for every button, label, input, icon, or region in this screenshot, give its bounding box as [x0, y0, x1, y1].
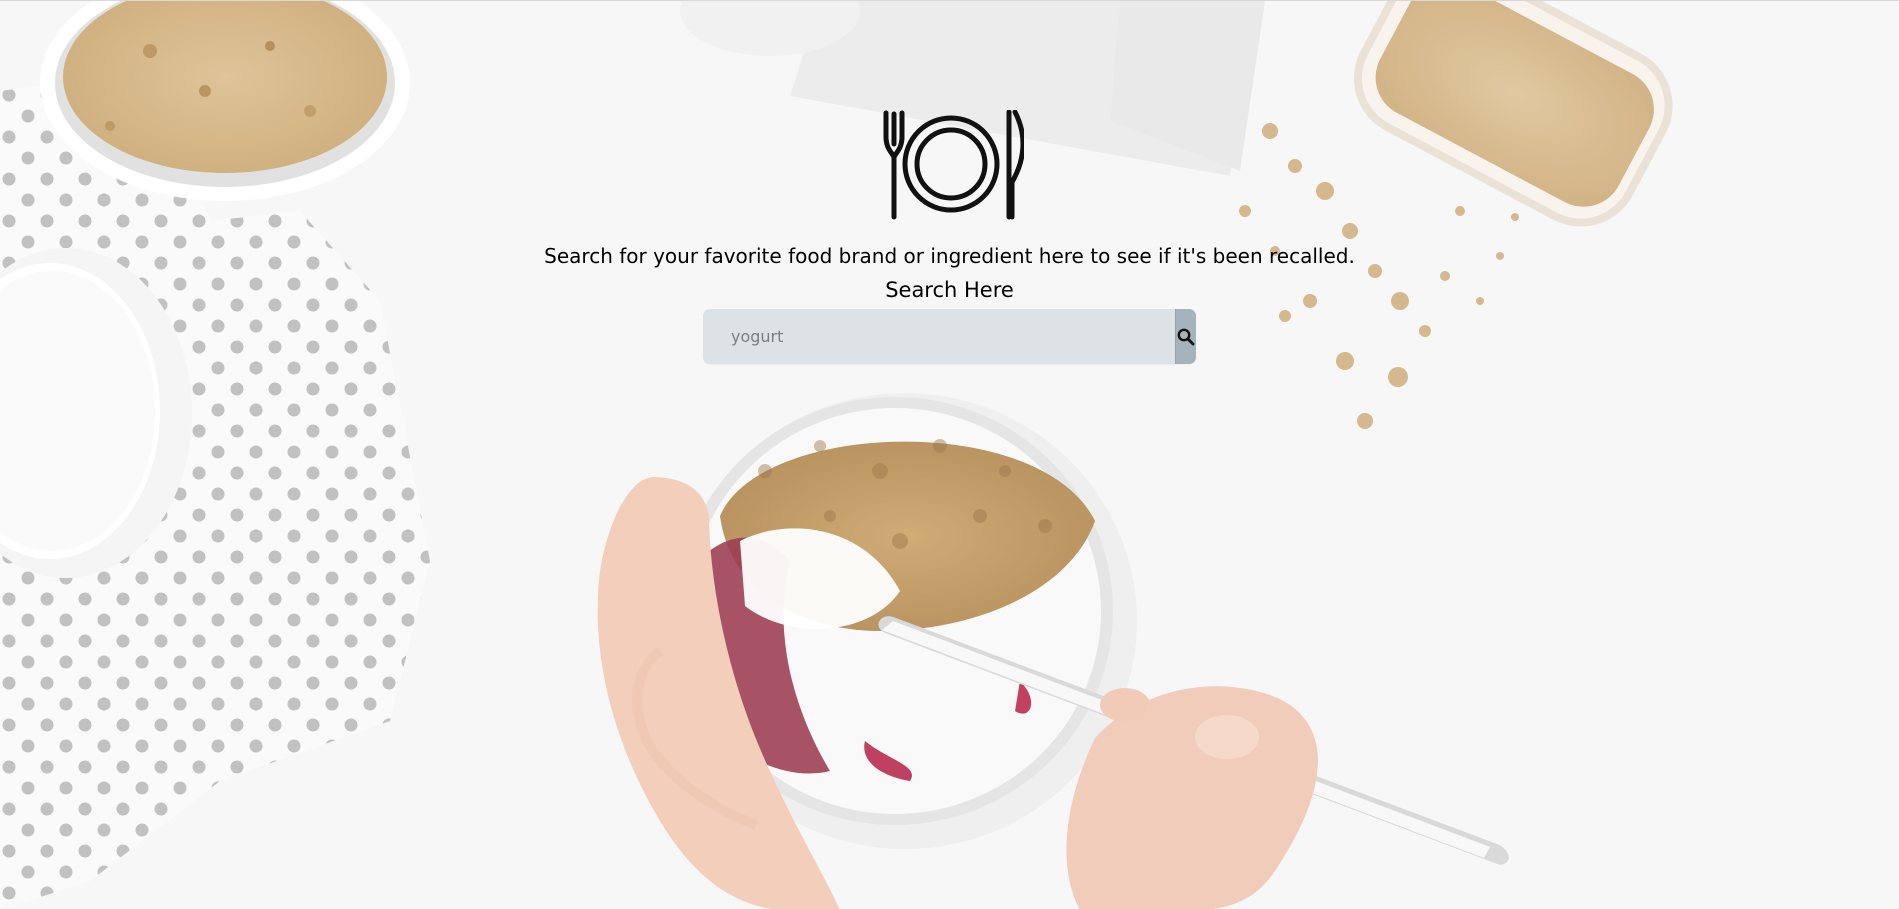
- search-input[interactable]: [703, 309, 1176, 364]
- hero-tagline: Search for your favorite food brand or i…: [544, 244, 1355, 268]
- landing-page: Search for your favorite food brand or i…: [0, 0, 1899, 909]
- fork-plate-knife-icon: [883, 110, 1024, 220]
- search-icon: [1177, 328, 1195, 346]
- search-label: Search Here: [885, 278, 1014, 302]
- search-bar: [703, 309, 1196, 364]
- search-button[interactable]: [1175, 309, 1196, 364]
- hero-section: Search for your favorite food brand or i…: [0, 1, 1899, 909]
